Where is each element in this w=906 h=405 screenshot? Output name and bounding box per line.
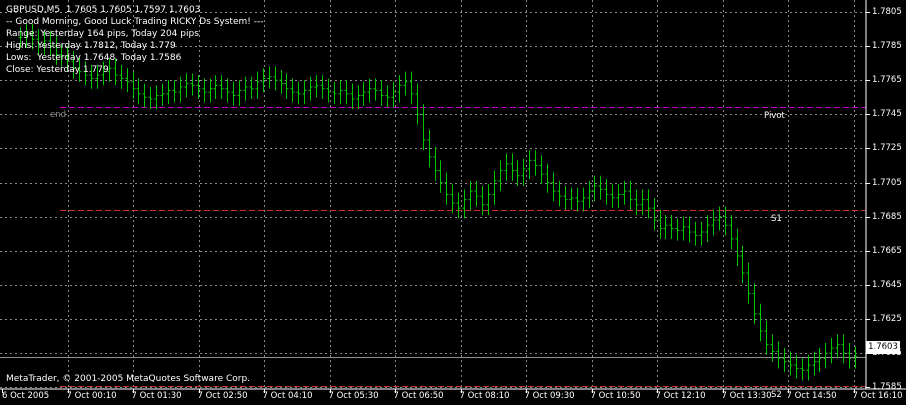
level-label-s1: S1 — [771, 213, 782, 224]
time-tick-label: 7 Oct 06:50 — [393, 391, 444, 401]
time-tick-label: 7 Oct 16:10 — [852, 391, 903, 401]
time-tick-label: 6 Oct 2005 — [2, 391, 50, 401]
highs-text: Highs: Yesterday 1.7812, Today 1.779 — [6, 41, 176, 51]
time-tick-label: 7 Oct 05:30 — [328, 391, 379, 401]
time-tick-label: 7 Oct 04:10 — [262, 391, 313, 401]
time-tick-label: 7 Oct 10:50 — [590, 391, 641, 401]
price-tick-label: 1.7805 — [872, 6, 902, 17]
time-tick-label: 7 Oct 00:10 — [66, 391, 117, 401]
level-label-s2: S2 — [771, 389, 782, 400]
time-tick-label: 7 Oct 01:30 — [131, 391, 182, 401]
price-tick-label: 1.7685 — [872, 211, 902, 222]
time-tick-label: 7 Oct 09:30 — [524, 391, 575, 401]
price-tick-label: 1.7785 — [872, 40, 902, 51]
price-tick-label: 1.7765 — [872, 74, 902, 85]
range-text: Range: Yesterday 164 pips, Today 204 pip… — [6, 29, 199, 39]
price-tick-label: 1.7705 — [872, 177, 902, 188]
price-tick-label: 1.7745 — [872, 108, 902, 119]
price-tick-label: 1.7625 — [872, 313, 902, 324]
symbol-line: GBPUSD,M5 1.7605 1.7605 1.7597 1.7603 — [6, 5, 201, 15]
copyright-text: MetaTrader, © 2001-2005 MetaQuotes Softw… — [6, 374, 251, 384]
price-tick-label: 1.7605 — [872, 347, 902, 358]
close-text: Close: Yesterday 1.779 — [6, 65, 109, 75]
time-tick-label: 7 Oct 02:50 — [197, 391, 248, 401]
greeting-text: -- Good Morning, Good Luck Trading RICKY… — [6, 17, 264, 27]
time-tick-label: 7 Oct 13:30 — [721, 391, 772, 401]
level-label-pivot: Pivot — [764, 110, 785, 121]
time-tick-label: 7 Oct 08:10 — [459, 391, 510, 401]
price-tick-label: 1.7585 — [872, 381, 902, 392]
price-tick-label: 1.7645 — [872, 279, 902, 290]
time-tick-label: 7 Oct 14:50 — [786, 391, 837, 401]
end-marker-label: end — [50, 110, 67, 120]
price-tick-label: 1.7665 — [872, 245, 902, 256]
price-tick-label: 1.7725 — [872, 142, 902, 153]
time-tick-label: 7 Oct 12:10 — [655, 391, 706, 401]
lows-text: Lows: Yesterday 1.7648, Today 1.7586 — [6, 53, 182, 63]
